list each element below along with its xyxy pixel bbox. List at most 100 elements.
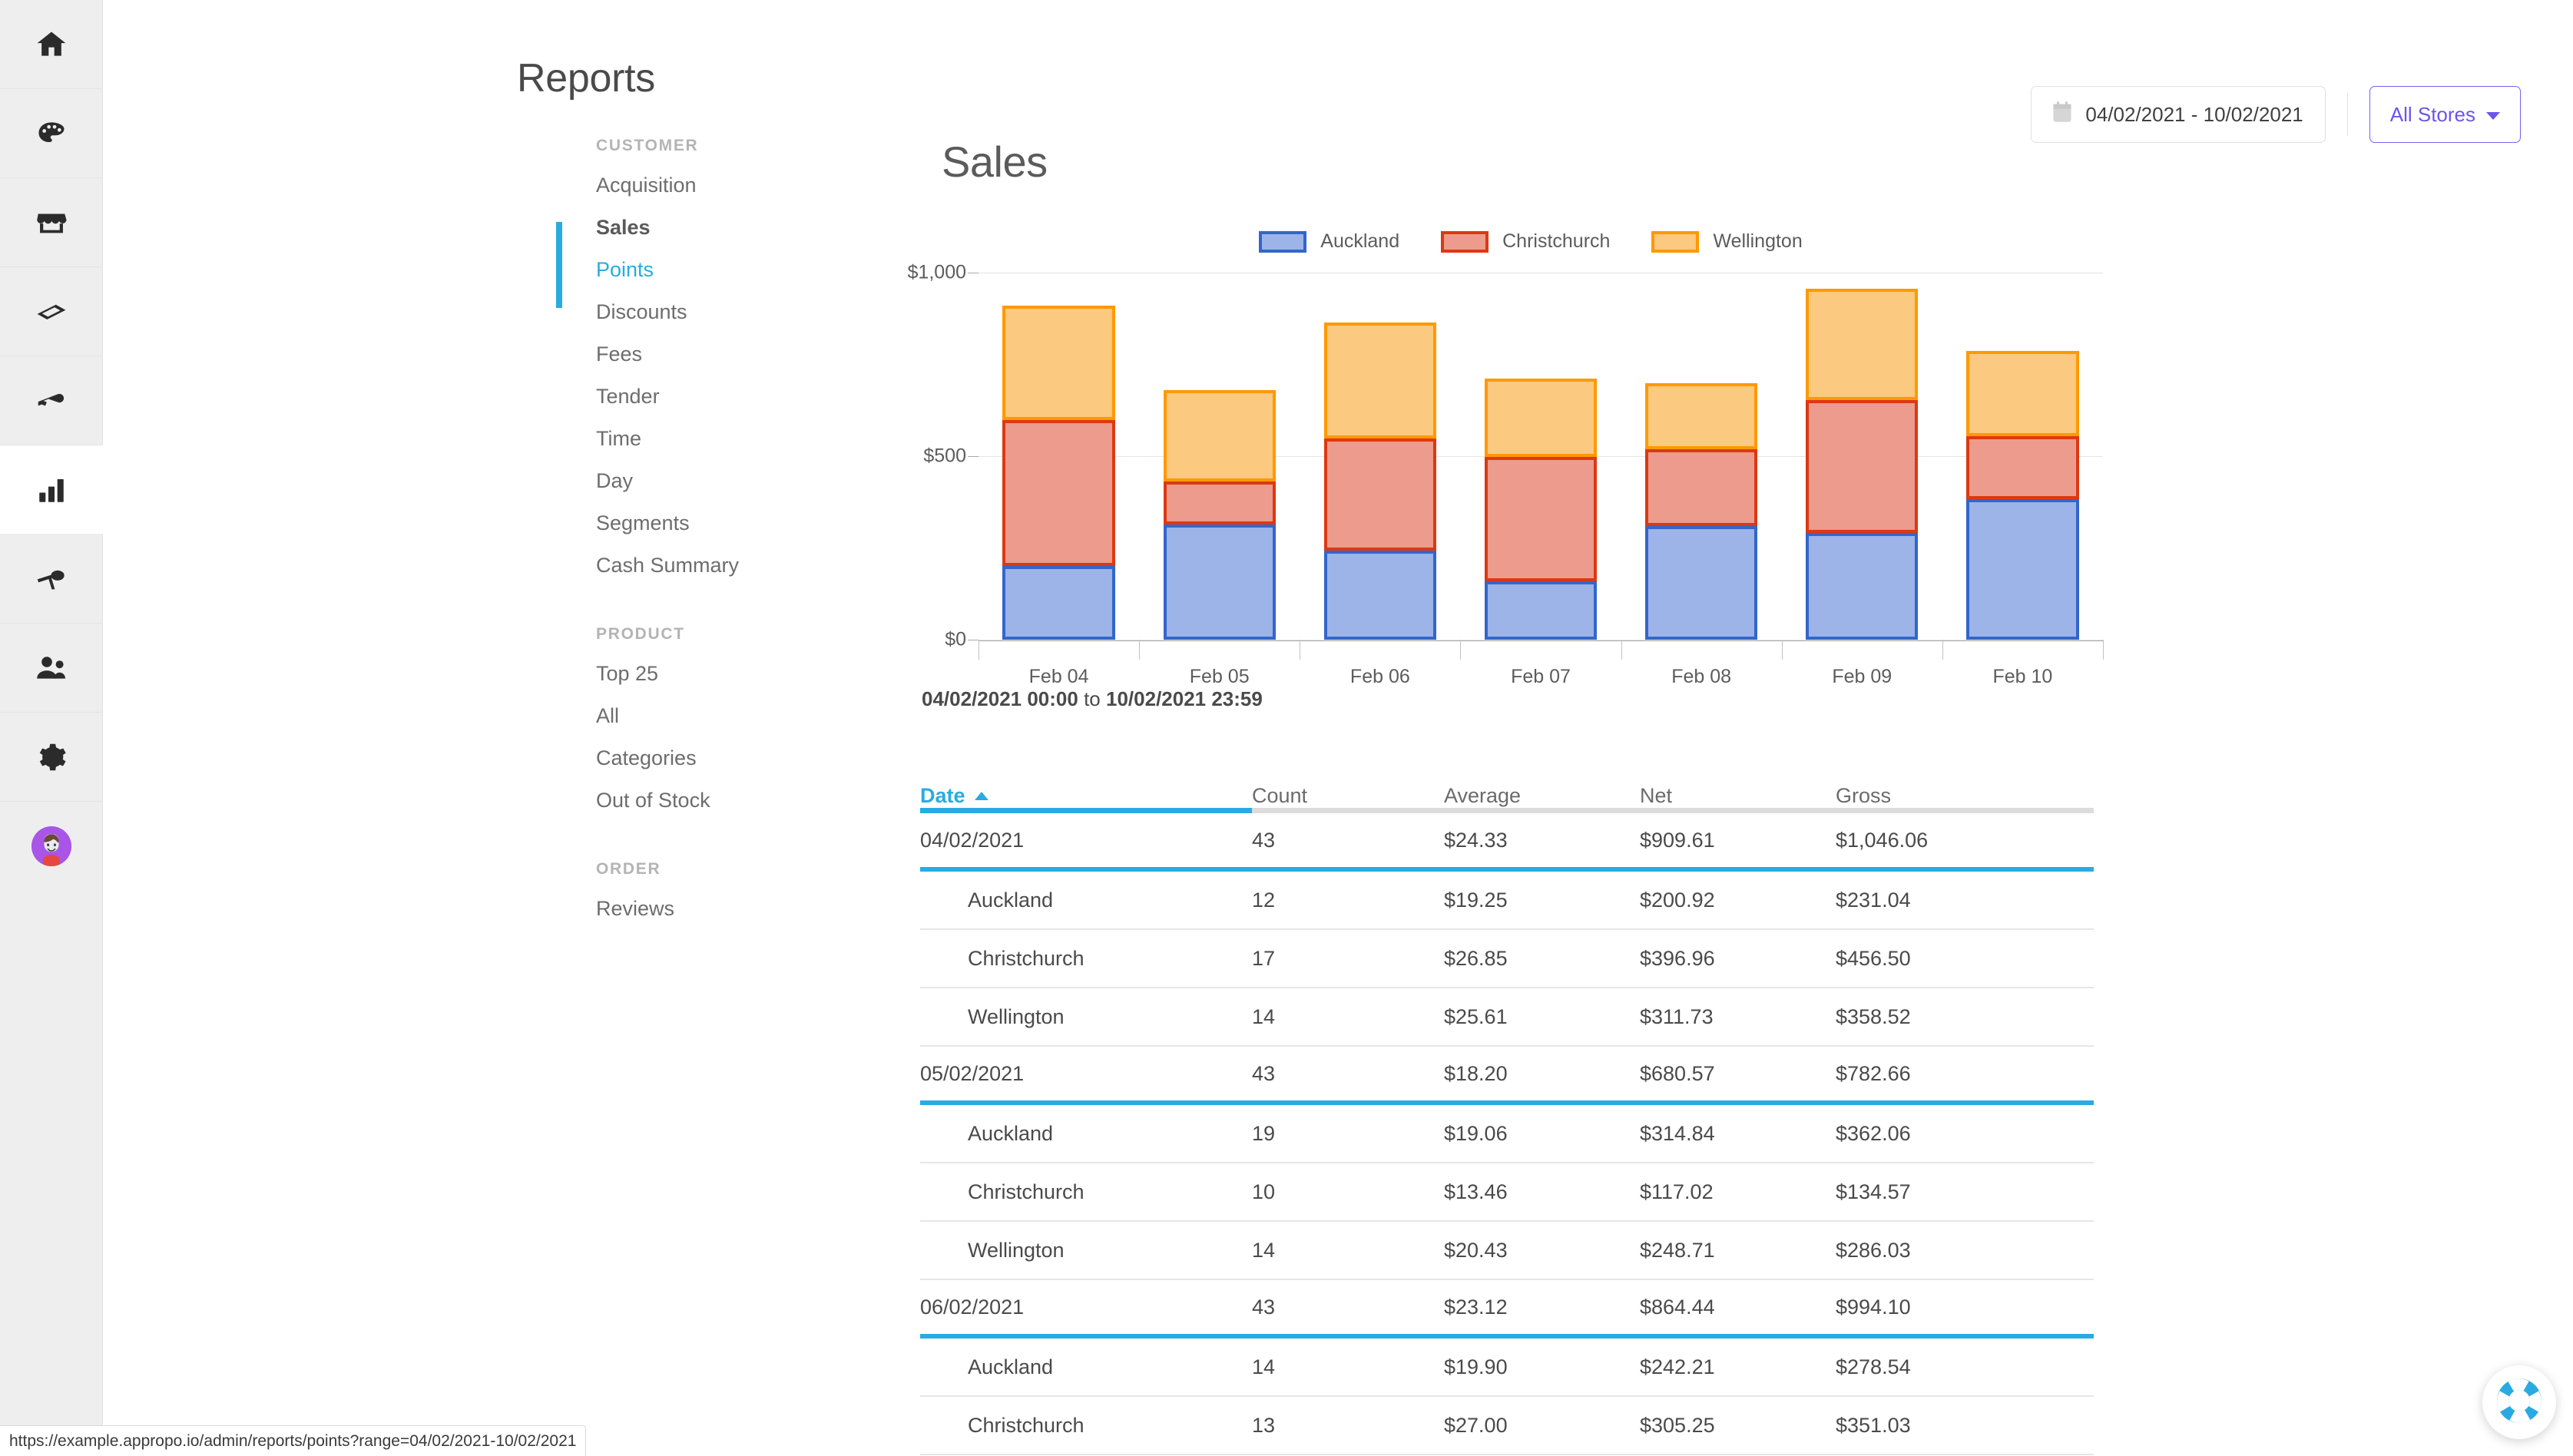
x-tick-mark (2103, 640, 2104, 660)
sidebar-item-home[interactable] (0, 0, 103, 89)
status-bar-url: https://example.appropo.io/admin/reports… (9, 1431, 577, 1450)
bar-group-feb-06[interactable] (1323, 322, 1437, 640)
section-title: Sales (942, 137, 1048, 186)
bar-group-feb-04[interactable] (1002, 306, 1115, 640)
column-header-date[interactable]: Date (920, 784, 1252, 808)
cell-gross: $782.66 (1836, 1061, 1911, 1085)
cell-gross: $351.03 (1836, 1413, 1911, 1437)
nav-group-product: PRODUCT Top 25 All Categories Out of Sto… (556, 625, 894, 822)
bar-group-feb-07[interactable] (1484, 378, 1598, 640)
y-tick-mark-500 (968, 456, 979, 457)
cell-average: $19.06 (1444, 1121, 1508, 1145)
nav-item-sales[interactable]: Sales (556, 207, 894, 249)
cell-date: 05/02/2021 (920, 1061, 1025, 1085)
x-tick-mark (1460, 640, 1462, 660)
legend-entry-wellington[interactable]: Wellington (1651, 230, 1803, 253)
nav-item-fees[interactable]: Fees (556, 333, 894, 376)
cell-average: $23.12 (1444, 1295, 1508, 1319)
x-tick-mark (1139, 640, 1141, 660)
column-header-gross[interactable]: Gross (1836, 784, 2028, 808)
cell-count: 14 (1252, 1004, 1276, 1028)
controls-divider (2346, 93, 2348, 136)
range-caption: 04/02/2021 00:00 to 10/02/2021 23:59 (922, 687, 1263, 711)
cell-date: 06/02/2021 (920, 1295, 1025, 1319)
bar-segment-christchurch (1002, 420, 1115, 566)
nav-item-points[interactable]: Points (556, 249, 894, 291)
icon-rail (0, 0, 103, 1456)
chart-plot-area: $0 $500 $1,000 Feb 04 Feb 05 Feb 06 Feb 07 Feb … (908, 262, 2104, 687)
cell-average: $24.33 (1444, 828, 1508, 852)
nav-item-day[interactable]: Day (556, 460, 894, 502)
cell-gross: $231.04 (1836, 888, 1911, 912)
sidebar-item-store[interactable] (0, 178, 103, 267)
bar-group-feb-05[interactable] (1163, 389, 1276, 640)
bar-group-feb-10[interactable] (1966, 351, 2079, 640)
cell-date: 04/02/2021 (920, 828, 1025, 852)
nav-item-segments[interactable]: Segments (556, 502, 894, 544)
table-row[interactable]: Christchurch 10 $13.46 $117.02 $134.57 (920, 1163, 2094, 1222)
nav-item-cash-summary[interactable]: Cash Summary (556, 544, 894, 587)
sidebar-item-navigation[interactable] (0, 534, 103, 624)
bar-group-feb-08[interactable] (1644, 382, 1758, 640)
nav-item-out-of-stock[interactable]: Out of Stock (556, 779, 894, 822)
table-row[interactable]: Auckland 12 $19.25 $200.92 $231.04 (920, 872, 2094, 930)
sidebar-item-tickets[interactable] (0, 267, 103, 356)
legend-entry-auckland[interactable]: Auckland (1259, 230, 1399, 253)
x-tick-label-feb-07: Feb 07 (1511, 666, 1571, 687)
legend-label-christchurch: Christchurch (1502, 230, 1611, 252)
cell-average: $20.43 (1444, 1238, 1508, 1262)
sidebar-item-design[interactable] (0, 89, 103, 178)
cell-date: Wellington (968, 1004, 1065, 1028)
nav-item-acquisition[interactable]: Acquisition (556, 164, 894, 207)
nav-item-tender[interactable]: Tender (556, 376, 894, 418)
cell-net: $680.57 (1640, 1061, 1715, 1085)
table-row[interactable]: 05/02/2021 43 $18.20 $680.57 $782.66 (920, 1047, 2094, 1105)
main-content: 04/02/2021 - 10/02/2021 All Stores Sales… (908, 0, 2573, 1456)
app-root: Reports CUSTOMER Acquisition Sales Point… (0, 0, 2573, 1456)
table-row[interactable]: Auckland 19 $19.06 $314.84 $362.06 (920, 1105, 2094, 1163)
nav-item-categories[interactable]: Categories (556, 737, 894, 779)
cell-average: $25.61 (1444, 1004, 1508, 1028)
column-header-count[interactable]: Count (1252, 784, 1444, 808)
table-row[interactable]: Christchurch 17 $26.85 $396.96 $456.50 (920, 930, 2094, 988)
status-bar: https://example.appropo.io/admin/reports… (0, 1425, 587, 1456)
cell-gross: $1,046.06 (1836, 828, 1929, 852)
help-button[interactable] (2482, 1365, 2556, 1439)
date-range-picker[interactable]: 04/02/2021 - 10/02/2021 (2031, 86, 2326, 143)
sidebar-item-marketing[interactable] (0, 356, 103, 445)
nav-item-discounts[interactable]: Discounts (556, 291, 894, 333)
nav-item-all[interactable]: All (556, 695, 894, 737)
nav-item-top-25[interactable]: Top 25 (556, 653, 894, 695)
sidebar-item-settings[interactable] (0, 713, 103, 802)
x-tick-label-feb-10: Feb 10 (1992, 666, 2053, 687)
bar-segment-wellington (1806, 289, 1919, 401)
bar-chart-icon (35, 474, 68, 506)
table-header-row: Date Count Average Net Gross (920, 759, 2094, 808)
bar-segment-wellington (1966, 351, 2079, 437)
table-row[interactable]: Christchurch 13 $27.00 $305.25 $351.03 (920, 1397, 2094, 1455)
bar-segment-christchurch (1163, 481, 1276, 524)
store-filter-dropdown[interactable]: All Stores (2369, 86, 2521, 143)
table-row[interactable]: Wellington 14 $25.61 $311.73 $358.52 (920, 988, 2094, 1047)
y-tick-label-500: $500 (923, 445, 966, 467)
sidebar-item-reports[interactable] (0, 445, 103, 534)
bar-segment-christchurch (1644, 448, 1758, 526)
nav-item-reviews[interactable]: Reviews (556, 888, 894, 930)
bar-segment-christchurch (1323, 438, 1437, 551)
nav-group-label-product: PRODUCT (596, 625, 685, 643)
bar-group-feb-09[interactable] (1806, 289, 1919, 640)
column-header-average[interactable]: Average (1444, 784, 1640, 808)
nav-item-time[interactable]: Time (556, 418, 894, 460)
bar-segment-wellington (1323, 322, 1437, 439)
column-header-net[interactable]: Net (1640, 784, 1836, 808)
table-row[interactable]: 04/02/2021 43 $24.33 $909.61 $1,046.06 (920, 813, 2094, 872)
table-row[interactable]: Wellington 14 $20.43 $248.71 $286.03 (920, 1222, 2094, 1280)
legend-entry-christchurch[interactable]: Christchurch (1441, 230, 1610, 253)
report-controls: 04/02/2021 - 10/02/2021 All Stores (2031, 86, 2521, 143)
avatar[interactable] (0, 802, 103, 891)
table-row[interactable]: 06/02/2021 43 $23.12 $864.44 $994.10 (920, 1280, 2094, 1339)
cell-net: $864.44 (1640, 1295, 1715, 1319)
table-row[interactable]: Auckland 14 $19.90 $242.21 $278.54 (920, 1339, 2094, 1397)
bar-segment-christchurch (1966, 436, 2079, 500)
sidebar-item-customers[interactable] (0, 624, 103, 713)
